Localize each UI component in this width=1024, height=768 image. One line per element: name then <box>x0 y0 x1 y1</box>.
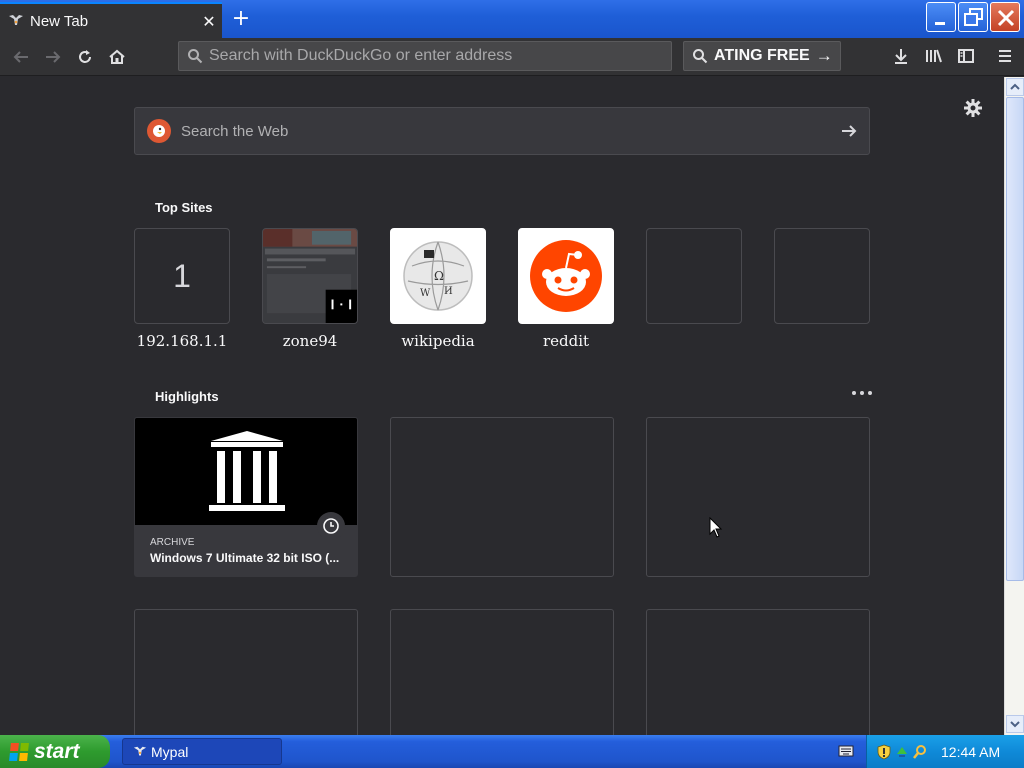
mypal-app-icon <box>133 746 147 755</box>
mypal-favicon-icon <box>8 13 24 29</box>
home-button[interactable] <box>104 45 130 69</box>
search-bar-text: ATING FREE <box>714 47 810 64</box>
duckduckgo-logo-icon <box>147 119 171 143</box>
taskbar: start Mypal 12:44 AM <box>0 735 1024 768</box>
new-tab-button[interactable]: + <box>228 6 254 32</box>
start-label: start <box>34 739 80 763</box>
web-search-box[interactable]: Search the Web <box>134 107 870 155</box>
back-arrow-icon <box>13 51 28 63</box>
archive-building-icon <box>209 430 285 511</box>
top-site-item[interactable]: zone94 <box>262 228 358 350</box>
empty-highlight-card <box>134 609 358 735</box>
svg-text:Ω: Ω <box>434 269 444 283</box>
svg-text:W: W <box>420 288 431 299</box>
highlights-more-options-icon[interactable] <box>852 388 872 398</box>
top-site-label: wikipedia <box>401 332 475 350</box>
scroll-down-arrow-icon <box>1010 721 1020 728</box>
top-site-item[interactable]: 1 192.168.1.1 <box>134 228 230 350</box>
home-icon <box>109 49 125 64</box>
empty-highlight-card <box>646 417 870 577</box>
scroll-down-button[interactable] <box>1006 715 1024 733</box>
empty-highlight-card <box>390 609 614 735</box>
zone94-screenshot-thumbnail <box>263 229 357 323</box>
menu-button[interactable] <box>994 45 1016 67</box>
history-clock-icon <box>317 512 345 540</box>
top-site-tile[interactable] <box>262 228 358 324</box>
top-site-item[interactable]: reddit <box>518 228 614 350</box>
empty-highlight-card <box>390 417 614 577</box>
top-sites-title: Top Sites <box>155 200 213 215</box>
forward-arrow-icon <box>46 51 61 63</box>
tab-title: New Tab <box>30 12 89 30</box>
highlight-source: ARCHIVE <box>150 537 195 548</box>
highlights-title: Highlights <box>155 389 219 404</box>
web-search-placeholder: Search the Web <box>181 122 289 140</box>
top-site-tile[interactable]: 1 <box>134 228 230 324</box>
svg-text:И: И <box>444 286 453 297</box>
address-input[interactable] <box>209 47 649 65</box>
empty-top-site-tile <box>774 228 870 324</box>
top-site-label: zone94 <box>282 332 338 350</box>
search-icon <box>188 49 203 64</box>
reload-icon <box>79 50 91 63</box>
empty-highlight-card <box>646 609 870 735</box>
screen: New Tab ✕ + ATING FREE <box>0 0 1024 768</box>
minimize-button[interactable] <box>926 2 956 32</box>
scroll-up-arrow-icon <box>1010 83 1020 90</box>
back-button[interactable] <box>8 45 34 69</box>
restore-button[interactable] <box>958 2 988 32</box>
top-site-label: reddit <box>542 332 590 350</box>
taskbar-window-label: Mypal <box>151 743 189 760</box>
vertical-scrollbar[interactable] <box>1004 77 1024 735</box>
top-site-placeholder <box>646 228 742 332</box>
customize-gear-icon[interactable] <box>962 97 984 119</box>
reload-button[interactable] <box>72 45 98 69</box>
security-shield-icon[interactable] <box>877 744 891 760</box>
top-site-label: 192.168.1.1 <box>136 332 228 350</box>
top-site-item[interactable]: Ω И W wikipedia <box>390 228 486 350</box>
wikipedia-globe-icon: Ω И W <box>403 241 473 311</box>
top-site-tile[interactable]: Ω И W <box>390 228 486 324</box>
top-site-placeholder <box>774 228 870 332</box>
close-window-button[interactable] <box>990 2 1020 32</box>
empty-top-site-tile <box>646 228 742 324</box>
archive-thumbnail <box>135 418 357 525</box>
forward-button[interactable] <box>40 45 66 69</box>
start-button[interactable]: start <box>0 735 110 768</box>
sidebar-icon <box>958 49 974 63</box>
library-button[interactable] <box>923 45 945 67</box>
search-bar[interactable]: ATING FREE → <box>683 41 841 71</box>
scrollbar-thumb[interactable] <box>1006 97 1024 581</box>
scroll-up-button[interactable] <box>1006 78 1024 96</box>
keyboard-icon[interactable] <box>838 744 854 758</box>
mouse-cursor-icon <box>709 517 723 538</box>
highlight-card[interactable]: ARCHIVE Windows 7 Ultimate 32 bit ISO (.… <box>134 417 358 577</box>
reddit-logo-icon <box>530 240 602 312</box>
top-site-initial: 1 <box>173 257 191 294</box>
network-icon[interactable] <box>895 744 909 760</box>
taskbar-clock: 12:44 AM <box>941 743 1001 760</box>
new-tab-page: Search the Web Top Sites 1 192.168.1.1 z… <box>0 77 1004 735</box>
search-tray-icon[interactable] <box>913 744 927 760</box>
library-icon <box>926 49 942 63</box>
title-bar: New Tab ✕ + <box>0 0 1024 38</box>
download-icon <box>895 49 907 64</box>
search-icon <box>693 49 708 64</box>
windows-flag-icon <box>9 742 29 761</box>
top-site-tile[interactable] <box>518 228 614 324</box>
taskbar-window-mypal[interactable]: Mypal <box>122 738 282 765</box>
search-go-arrow-icon[interactable]: → <box>816 46 833 66</box>
highlight-title: Windows 7 Ultimate 32 bit ISO (... <box>150 551 340 565</box>
sidebar-button[interactable] <box>955 45 977 67</box>
system-tray: 12:44 AM <box>866 735 1024 768</box>
web-search-go-arrow-icon[interactable] <box>829 123 869 139</box>
downloads-button[interactable] <box>890 45 912 67</box>
tab-new-tab[interactable]: New Tab ✕ <box>0 2 222 38</box>
address-bar[interactable] <box>178 41 672 71</box>
close-tab-icon[interactable]: ✕ <box>196 12 222 31</box>
hamburger-menu-icon <box>999 50 1011 62</box>
